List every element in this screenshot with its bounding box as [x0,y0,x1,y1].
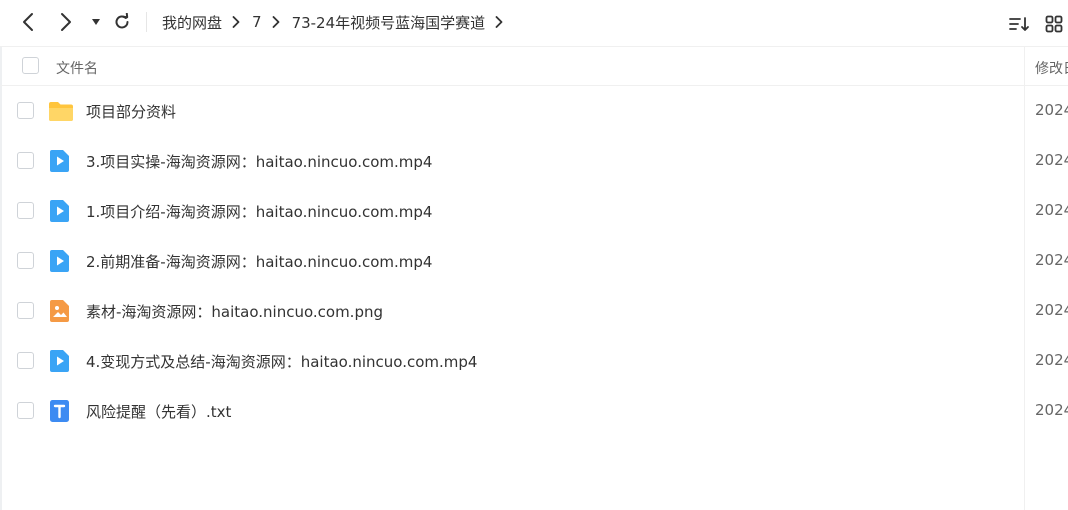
refresh-icon [115,13,129,29]
video-file-icon [48,249,72,273]
text-file-icon [48,399,72,423]
file-row[interactable]: 3.项目实操-海淘资源网：haitao.nincuo.com.mp4 2024 [0,136,1068,186]
file-row[interactable]: 风险提醒（先看）.txt 2024 [0,386,1068,436]
breadcrumb: 我的网盘 7 73-24年视频号蓝海国学赛道 [162,0,515,44]
video-file-icon [48,349,72,373]
file-name[interactable]: 项目部分资料 [86,101,176,122]
file-modified-date: 2024 [1035,351,1068,369]
caret-down-icon [92,19,100,25]
grid-view-icon [1045,15,1063,33]
file-name[interactable]: 素材-海淘资源网：haitao.nincuo.com.png [86,301,383,322]
row-checkbox[interactable] [17,402,34,419]
video-file-icon [48,199,72,223]
file-row[interactable]: 2.前期准备-海淘资源网：haitao.nincuo.com.mp4 2024 [0,236,1068,286]
file-modified-date: 2024 [1035,301,1068,319]
file-name[interactable]: 3.项目实操-海淘资源网：haitao.nincuo.com.mp4 [86,151,432,172]
column-header-modified[interactable]: 修改日 [1035,58,1068,78]
toolbar: 我的网盘 7 73-24年视频号蓝海国学赛道 [0,0,1068,47]
file-modified-date: 2024 [1035,201,1068,219]
toolbar-divider [146,12,147,32]
file-modified-date: 2024 [1035,101,1068,119]
row-checkbox[interactable] [17,352,34,369]
row-checkbox[interactable] [17,202,34,219]
select-all-checkbox[interactable] [22,57,39,74]
video-file-icon [48,149,72,173]
chevron-right-icon [61,13,71,31]
forward-button[interactable] [54,10,78,34]
file-modified-date: 2024 [1035,151,1068,169]
file-row[interactable]: 4.变现方式及总结-海淘资源网：haitao.nincuo.com.mp4 202… [0,336,1068,386]
sort-button[interactable] [1007,12,1031,36]
row-checkbox[interactable] [17,102,34,119]
file-row[interactable]: 项目部分资料 2024 [0,86,1068,136]
chevron-left-icon [23,13,33,31]
row-checkbox[interactable] [17,152,34,169]
folder-icon [48,99,73,123]
file-modified-date: 2024 [1035,401,1068,419]
file-name[interactable]: 风险提醒（先看）.txt [86,401,231,422]
refresh-button[interactable] [110,10,134,34]
chevron-right-icon [272,16,280,28]
history-dropdown-button[interactable] [84,10,108,34]
breadcrumb-item-root[interactable]: 我的网盘 [162,12,222,33]
grid-view-button[interactable] [1042,12,1066,36]
back-button[interactable] [16,10,40,34]
file-row[interactable]: 素材-海淘资源网：haitao.nincuo.com.png 2024 [0,286,1068,336]
column-header-name[interactable]: 文件名 [56,58,98,78]
file-name[interactable]: 2.前期准备-海淘资源网：haitao.nincuo.com.mp4 [86,251,432,272]
file-list-header: 文件名 修改日 [0,47,1068,86]
file-name[interactable]: 1.项目介绍-海淘资源网：haitao.nincuo.com.mp4 [86,201,432,222]
row-checkbox[interactable] [17,302,34,319]
breadcrumb-item-current[interactable]: 73-24年视频号蓝海国学赛道 [292,12,486,33]
file-name[interactable]: 4.变现方式及总结-海淘资源网：haitao.nincuo.com.mp4 [86,351,477,372]
breadcrumb-item-7[interactable]: 7 [252,13,262,31]
file-row[interactable]: 1.项目介绍-海淘资源网：haitao.nincuo.com.mp4 2024 [0,186,1068,236]
image-file-icon [48,299,72,323]
row-checkbox[interactable] [17,252,34,269]
sort-icon [1009,17,1029,31]
chevron-right-icon [495,16,503,28]
file-modified-date: 2024 [1035,251,1068,269]
chevron-right-icon [232,16,240,28]
